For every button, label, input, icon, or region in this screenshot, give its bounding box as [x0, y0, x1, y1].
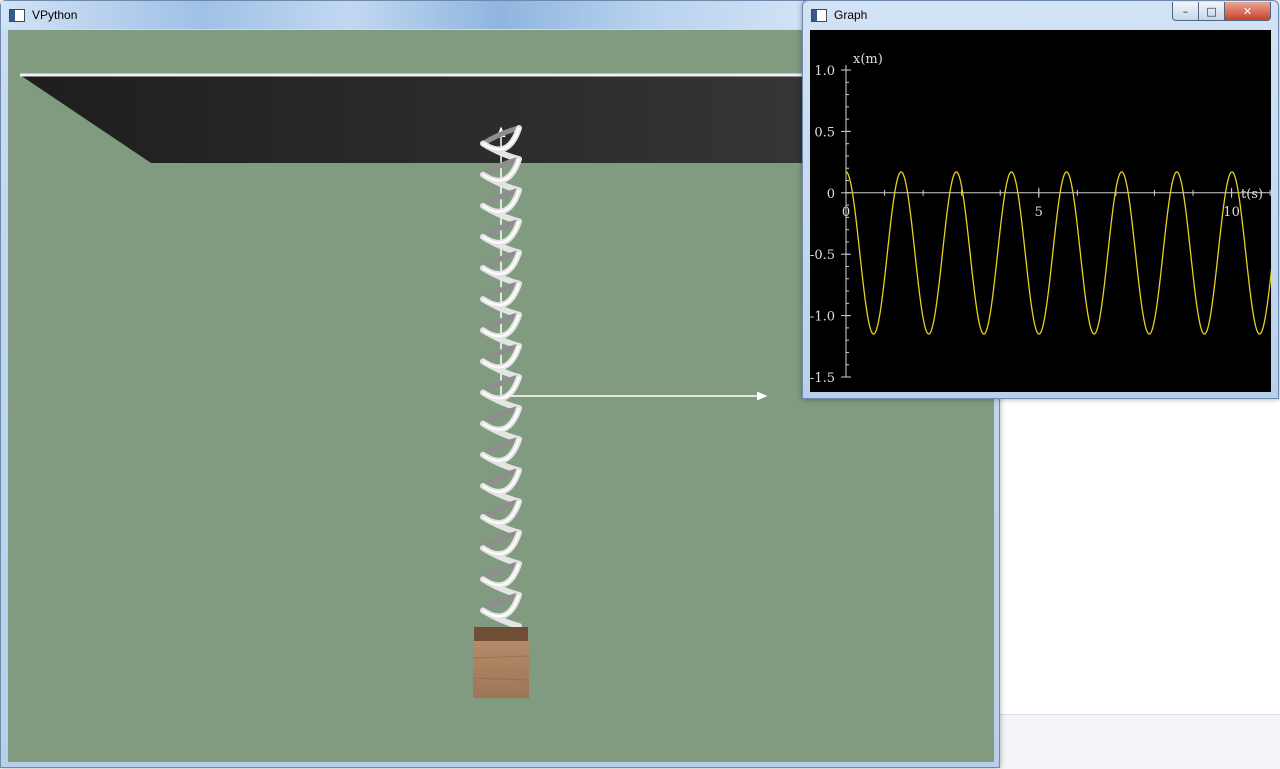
graph-canvas[interactable]: 1.0 0.5 0 -0.5 -1.0 -1.5 0 5 10 x(m) t(s): [810, 30, 1271, 392]
block-mass: [473, 641, 529, 698]
close-button[interactable]: ✕: [1224, 2, 1271, 21]
window-app-icon: [811, 8, 827, 22]
series-line-x-of-t: [845, 171, 1271, 335]
xt-chart: 1.0 0.5 0 -0.5 -1.0 -1.5 0 5 10 x(m) t(s): [810, 52, 1271, 386]
minimize-button[interactable]: –: [1172, 2, 1199, 21]
y-tick-label: -1.0: [810, 310, 835, 325]
x-tick-label: 0: [842, 205, 850, 220]
y-tick-label: 0: [827, 187, 835, 202]
graph-window[interactable]: Graph – □ ✕ 1.0 0.5 0 -0.5 -1.0 -1.5 0 5 10 x(m) t…: [802, 0, 1279, 399]
x-tick-label: 5: [1035, 205, 1043, 220]
y-tick-label: -0.5: [810, 248, 835, 263]
window-app-icon: [9, 8, 25, 22]
block-top: [474, 627, 528, 641]
vpython-window-title: VPython: [32, 8, 78, 22]
y-tick-label: 1.0: [814, 64, 835, 79]
y-axis-label: x(m): [853, 52, 883, 67]
y-tick-label: -1.5: [810, 371, 835, 386]
taskbar-strip: [1000, 714, 1280, 769]
graph-window-title: Graph: [834, 8, 868, 22]
x-axis-label: t(s): [1241, 187, 1263, 202]
x-tick-label: 10: [1223, 205, 1240, 220]
maximize-button[interactable]: □: [1198, 2, 1225, 21]
y-tick-label: 0.5: [814, 125, 835, 140]
